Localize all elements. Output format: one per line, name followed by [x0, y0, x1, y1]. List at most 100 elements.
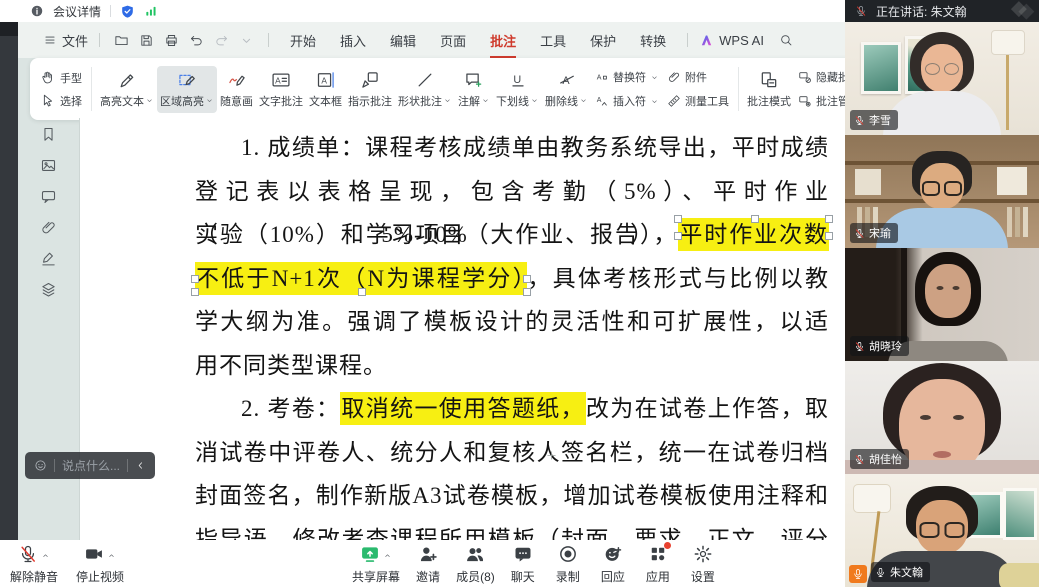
mic-muted-icon: [18, 544, 38, 564]
tool-underline-mark[interactable]: U下划线: [493, 66, 542, 113]
textbox-icon: A: [316, 70, 336, 90]
bottombar-reaction-button[interactable]: 回应: [596, 544, 630, 585]
text-segment: 2. 考卷：: [241, 396, 340, 421]
tool-hand[interactable]: 手型: [40, 70, 82, 86]
tool-label-row: 文字批注: [259, 93, 303, 109]
icon-wrap: [648, 544, 668, 567]
print-icon[interactable]: [164, 33, 179, 48]
file-menu[interactable]: 文件: [62, 31, 88, 50]
selection-handle[interactable]: [825, 232, 833, 240]
text-segment: 消试卷中评卷人、统分人和复核人签名栏，统一在试卷归档: [195, 440, 829, 465]
wps-menu-bar: 文件 开始插入编辑页面批注工具保护转换 WPS AI: [18, 22, 865, 58]
tool-strikethrough-mark[interactable]: A删除线: [542, 66, 591, 113]
undo-icon[interactable]: [189, 33, 204, 48]
tool-cursor[interactable]: 选择: [40, 93, 82, 109]
selection-handle[interactable]: [191, 275, 199, 283]
hamburger-menu-icon[interactable]: [43, 33, 57, 47]
selection-handle[interactable]: [674, 215, 682, 223]
search-icon[interactable]: [779, 33, 793, 47]
divider: [687, 33, 688, 47]
tool-insert-mark[interactable]: A插入符: [595, 93, 659, 109]
camera-icon: [84, 544, 104, 564]
video-tile[interactable]: 宋瑜: [845, 135, 1039, 248]
menu-tab-开始[interactable]: 开始: [289, 29, 317, 52]
mic-muted-icon: [854, 228, 865, 239]
menu-tab-插入[interactable]: 插入: [339, 29, 367, 52]
menu-tab-批注[interactable]: 批注: [489, 29, 517, 52]
invite-icon: [418, 544, 438, 564]
layers-icon[interactable]: [40, 281, 57, 298]
shared-screen-region: 文件 开始插入编辑页面批注工具保护转换 WPS AI 手型选择高亮文本区域高亮随…: [0, 22, 845, 540]
save-icon[interactable]: [139, 33, 154, 48]
tool-area-highlight[interactable]: 区域高亮: [157, 66, 217, 113]
bottombar-mic-muted-button[interactable]: 解除静音: [10, 544, 58, 585]
signature-icon[interactable]: [40, 250, 57, 267]
button-label: 录制: [556, 568, 580, 585]
document-line: 封面签名，制作新版A3试卷模板，增加试卷模板使用注释和: [195, 474, 829, 518]
menu-tab-工具[interactable]: 工具: [539, 29, 567, 52]
security-shield-icon[interactable]: [120, 4, 135, 19]
video-tile[interactable]: 李雪: [845, 22, 1039, 135]
caret-down-icon: [579, 96, 588, 105]
attachment-icon[interactable]: [40, 219, 57, 236]
tool-textbox[interactable]: A文本框: [306, 66, 345, 113]
video-tile[interactable]: 胡佳怡: [845, 361, 1039, 474]
text-annotation-icon: A: [271, 70, 291, 90]
video-tile[interactable]: 朱文翰: [845, 474, 1039, 587]
redo-icon[interactable]: [214, 33, 229, 48]
meeting-info-icon: [30, 4, 44, 18]
menu-tab-页面[interactable]: 页面: [439, 29, 467, 52]
caret-down-icon: [145, 96, 154, 105]
hand-select-group: 手型选择: [36, 70, 86, 109]
selection-handle[interactable]: [825, 215, 833, 223]
video-tile[interactable]: 胡晓玲: [845, 248, 1039, 361]
bottombar-record-button[interactable]: 录制: [551, 544, 585, 585]
bottombar-apps-button[interactable]: 应用: [641, 544, 675, 585]
network-signal-icon[interactable]: [144, 4, 158, 18]
bookmark-icon[interactable]: [40, 126, 57, 143]
divider: [110, 5, 111, 17]
tool-highlighter[interactable]: 高亮文本: [97, 66, 157, 113]
selection-handle[interactable]: [523, 288, 531, 296]
menu-tab-编辑[interactable]: 编辑: [389, 29, 417, 52]
tool-measure[interactable]: 测量工具: [667, 93, 729, 109]
chevron-left-icon[interactable]: [135, 460, 146, 471]
bottombar-chat-button[interactable]: 聊天: [506, 544, 540, 585]
strikethrough-mark-icon: A: [557, 70, 577, 90]
selection-handle[interactable]: [523, 275, 531, 283]
menu-tab-保护[interactable]: 保护: [589, 29, 617, 52]
chat-quick-input[interactable]: 说点什么...: [25, 452, 155, 479]
tool-callout-annotation[interactable]: 指示批注: [345, 66, 395, 113]
tool-label: 文字批注: [259, 93, 303, 109]
tool-freehand[interactable]: 随意画: [217, 66, 256, 113]
tool-note[interactable]: 注解: [455, 66, 493, 113]
document-line: 指导语，修改考查课程所用模板（封面、要求、正文、评分: [195, 518, 829, 541]
meeting-details-button[interactable]: 会议详情: [53, 3, 101, 20]
bottombar-settings-button[interactable]: 设置: [686, 544, 720, 585]
emoji-smiley-icon[interactable]: [34, 459, 47, 472]
selection-handle[interactable]: [674, 232, 682, 240]
bottombar-invite-button[interactable]: 邀请: [411, 544, 445, 585]
selection-handle[interactable]: [191, 288, 199, 296]
bottombar-members-button[interactable]: 成员(8): [456, 544, 495, 585]
selection-handle[interactable]: [358, 288, 366, 296]
folder-icon[interactable]: [114, 33, 129, 48]
mic-muted-icon: [854, 115, 865, 126]
tool-label: 指示批注: [348, 93, 392, 109]
tool-attachment[interactable]: 附件: [667, 69, 729, 85]
selection-handle[interactable]: [751, 215, 759, 223]
caret-down-icon[interactable]: [239, 33, 254, 48]
image-icon[interactable]: [40, 157, 57, 174]
participant-name-pill: 宋瑜: [850, 223, 898, 243]
menu-tab-转换[interactable]: 转换: [639, 29, 667, 52]
comment-icon[interactable]: [40, 188, 57, 205]
tool-label: 高亮文本: [100, 93, 144, 109]
tool-replace-mark[interactable]: A替换符: [595, 69, 659, 85]
bottombar-screen-share-button[interactable]: 共享屏幕: [352, 544, 400, 585]
tool-shape-annotation[interactable]: 形状批注: [395, 66, 455, 113]
wps-ai-button[interactable]: WPS AI: [699, 33, 764, 48]
tool-text-annotation[interactable]: A 文字批注: [256, 66, 306, 113]
tool-annotation-mode[interactable]: 批注模式: [744, 66, 794, 113]
bottombar-camera-button[interactable]: 停止视频: [76, 544, 124, 585]
svg-text:A: A: [275, 75, 281, 85]
